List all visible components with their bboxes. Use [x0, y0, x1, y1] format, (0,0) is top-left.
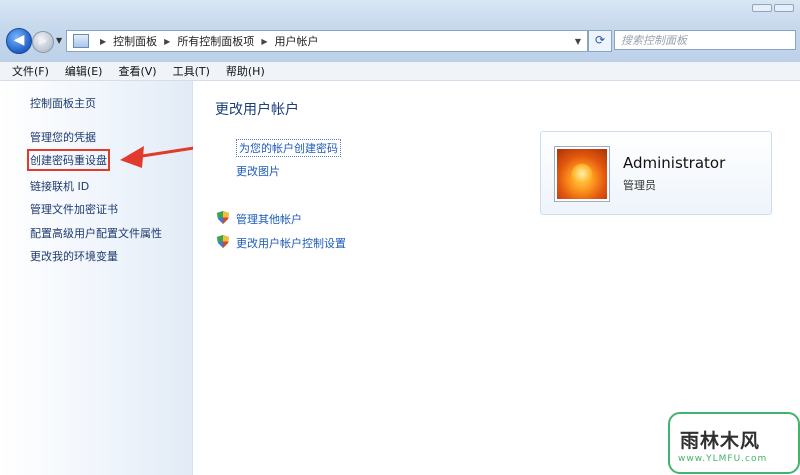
maximize-button[interactable] — [774, 4, 794, 12]
page-title: 更改用户帐户 — [215, 102, 299, 118]
breadcrumb-user-accounts[interactable]: 用户帐户 — [274, 33, 318, 49]
change-picture-link[interactable]: 更改图片 — [236, 163, 280, 179]
control-panel-icon — [73, 34, 89, 48]
forward-arrow-icon: ▶ — [38, 34, 48, 47]
chevron-right-icon: ▶ — [100, 36, 107, 46]
window-chrome: ◀ ▶ ▼ ▶ 控制面板 ▶ 所有控制面板项 ▶ 用户帐户 ▼ ⟳ — [0, 0, 800, 63]
logo-text: 雨林木风 — [680, 430, 761, 452]
logo-url: www.YLMFU.com — [678, 454, 768, 464]
forward-button[interactable]: ▶ — [32, 31, 54, 53]
minimize-button[interactable] — [752, 4, 772, 12]
watermark-logo: 雨林木风 www.YLMFU.com — [668, 412, 800, 474]
manage-other-accounts-link[interactable]: 管理其他帐户 — [236, 211, 302, 227]
sidebar-item-env-vars[interactable]: 更改我的环境变量 — [30, 248, 118, 264]
back-button[interactable]: ◀ — [6, 28, 32, 54]
caption-buttons — [752, 4, 794, 12]
menu-bar: 文件(F) 编辑(E) 查看(V) 工具(T) 帮助(H) — [0, 62, 800, 81]
refresh-icon: ⟳ — [594, 33, 606, 47]
refresh-button[interactable]: ⟳ — [588, 30, 612, 52]
avatar — [554, 146, 610, 202]
create-password-link[interactable]: 为您的帐户创建密码 — [236, 139, 341, 157]
user-role: 管理员 — [623, 179, 656, 192]
address-bar[interactable]: ▶ 控制面板 ▶ 所有控制面板项 ▶ 用户帐户 ▼ — [66, 30, 588, 52]
sidebar-item-home[interactable]: 控制面板主页 — [30, 95, 96, 111]
red-arrow-icon — [120, 146, 195, 168]
search-input[interactable] — [614, 30, 796, 50]
back-arrow-icon: ◀ — [13, 32, 25, 48]
sidebar-item-encryption-certs[interactable]: 管理文件加密证书 — [30, 201, 118, 217]
chevron-right-icon: ▶ — [261, 36, 268, 46]
menu-tools[interactable]: 工具(T) — [173, 63, 210, 79]
menu-file[interactable]: 文件(F) — [12, 63, 49, 79]
breadcrumb-all-items[interactable]: 所有控制面板项 — [177, 33, 254, 49]
uac-settings-link[interactable]: 更改用户帐户控制设置 — [236, 235, 346, 251]
sidebar-item-advanced-profile[interactable]: 配置高级用户配置文件属性 — [30, 225, 162, 241]
sidebar-item-link-online-id[interactable]: 链接联机 ID — [30, 178, 89, 194]
address-dropdown-icon[interactable]: ▼ — [575, 37, 581, 46]
uac-shield-icon — [217, 211, 229, 224]
user-account-card: Administrator 管理员 — [540, 131, 772, 215]
uac-shield-icon — [217, 235, 229, 248]
menu-help[interactable]: 帮助(H) — [226, 63, 265, 79]
menu-view[interactable]: 查看(V) — [118, 63, 156, 79]
history-dropdown[interactable]: ▼ — [56, 36, 62, 45]
user-name: Administrator — [623, 154, 726, 172]
sidebar-item-password-reset-disk[interactable]: 创建密码重设盘 — [27, 149, 110, 171]
sidebar-item-credentials[interactable]: 管理您的凭据 — [30, 129, 96, 145]
breadcrumb-control-panel[interactable]: 控制面板 — [113, 33, 157, 49]
menu-edit[interactable]: 编辑(E) — [65, 63, 103, 79]
chevron-right-icon: ▶ — [164, 36, 171, 46]
flower-icon — [571, 163, 593, 185]
chevron-down-icon: ▼ — [56, 36, 63, 45]
